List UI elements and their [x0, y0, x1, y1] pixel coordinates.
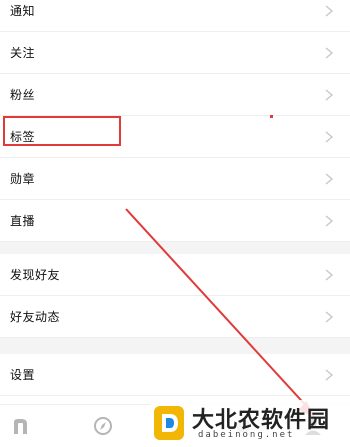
list-item-label: 设置 [10, 368, 36, 382]
chevron-right-icon [325, 172, 334, 185]
list-item-label: 直播 [10, 214, 36, 228]
chevron-right-icon [325, 46, 334, 59]
chevron-right-icon [325, 4, 334, 17]
list-item-label: 粉丝 [10, 88, 36, 102]
chevron-right-icon [325, 88, 334, 101]
annotation-dot [270, 115, 273, 118]
list-item-label: 发现好友 [10, 268, 61, 282]
list-item-live[interactable]: 直播 [0, 200, 350, 242]
compass-icon[interactable] [92, 415, 114, 437]
chevron-right-icon [325, 130, 334, 143]
chevron-right-icon [325, 310, 334, 323]
list-item-friend-activity[interactable]: 好友动态 [0, 296, 350, 338]
chevron-right-icon [325, 368, 334, 381]
list-item-discover-friends[interactable]: 发现好友 [0, 254, 350, 296]
list-item-settings[interactable]: 设置 [0, 354, 350, 396]
chevron-right-icon [325, 214, 334, 227]
list-item-label: 通知 [10, 4, 36, 18]
list-item-label: 好友动态 [10, 310, 61, 324]
list-item-label: 勋章 [10, 172, 36, 186]
chevron-right-icon [325, 268, 334, 281]
watermark-subtext: dabeinong.net [198, 430, 295, 440]
list-item-following[interactable]: 关注 [0, 32, 350, 74]
watermark-logo [154, 406, 184, 440]
highlight-box [3, 116, 121, 146]
list-item-badges[interactable]: 勋章 [0, 158, 350, 200]
section-divider [0, 338, 350, 354]
section-divider [0, 242, 350, 254]
watermark: 大北农软件园 dabeinong.net [150, 400, 350, 446]
list-item-notifications[interactable]: 通知 [0, 0, 350, 32]
app-logo-icon[interactable] [10, 415, 32, 437]
list-item-label: 关注 [10, 46, 36, 60]
list-item-fans[interactable]: 粉丝 [0, 74, 350, 116]
